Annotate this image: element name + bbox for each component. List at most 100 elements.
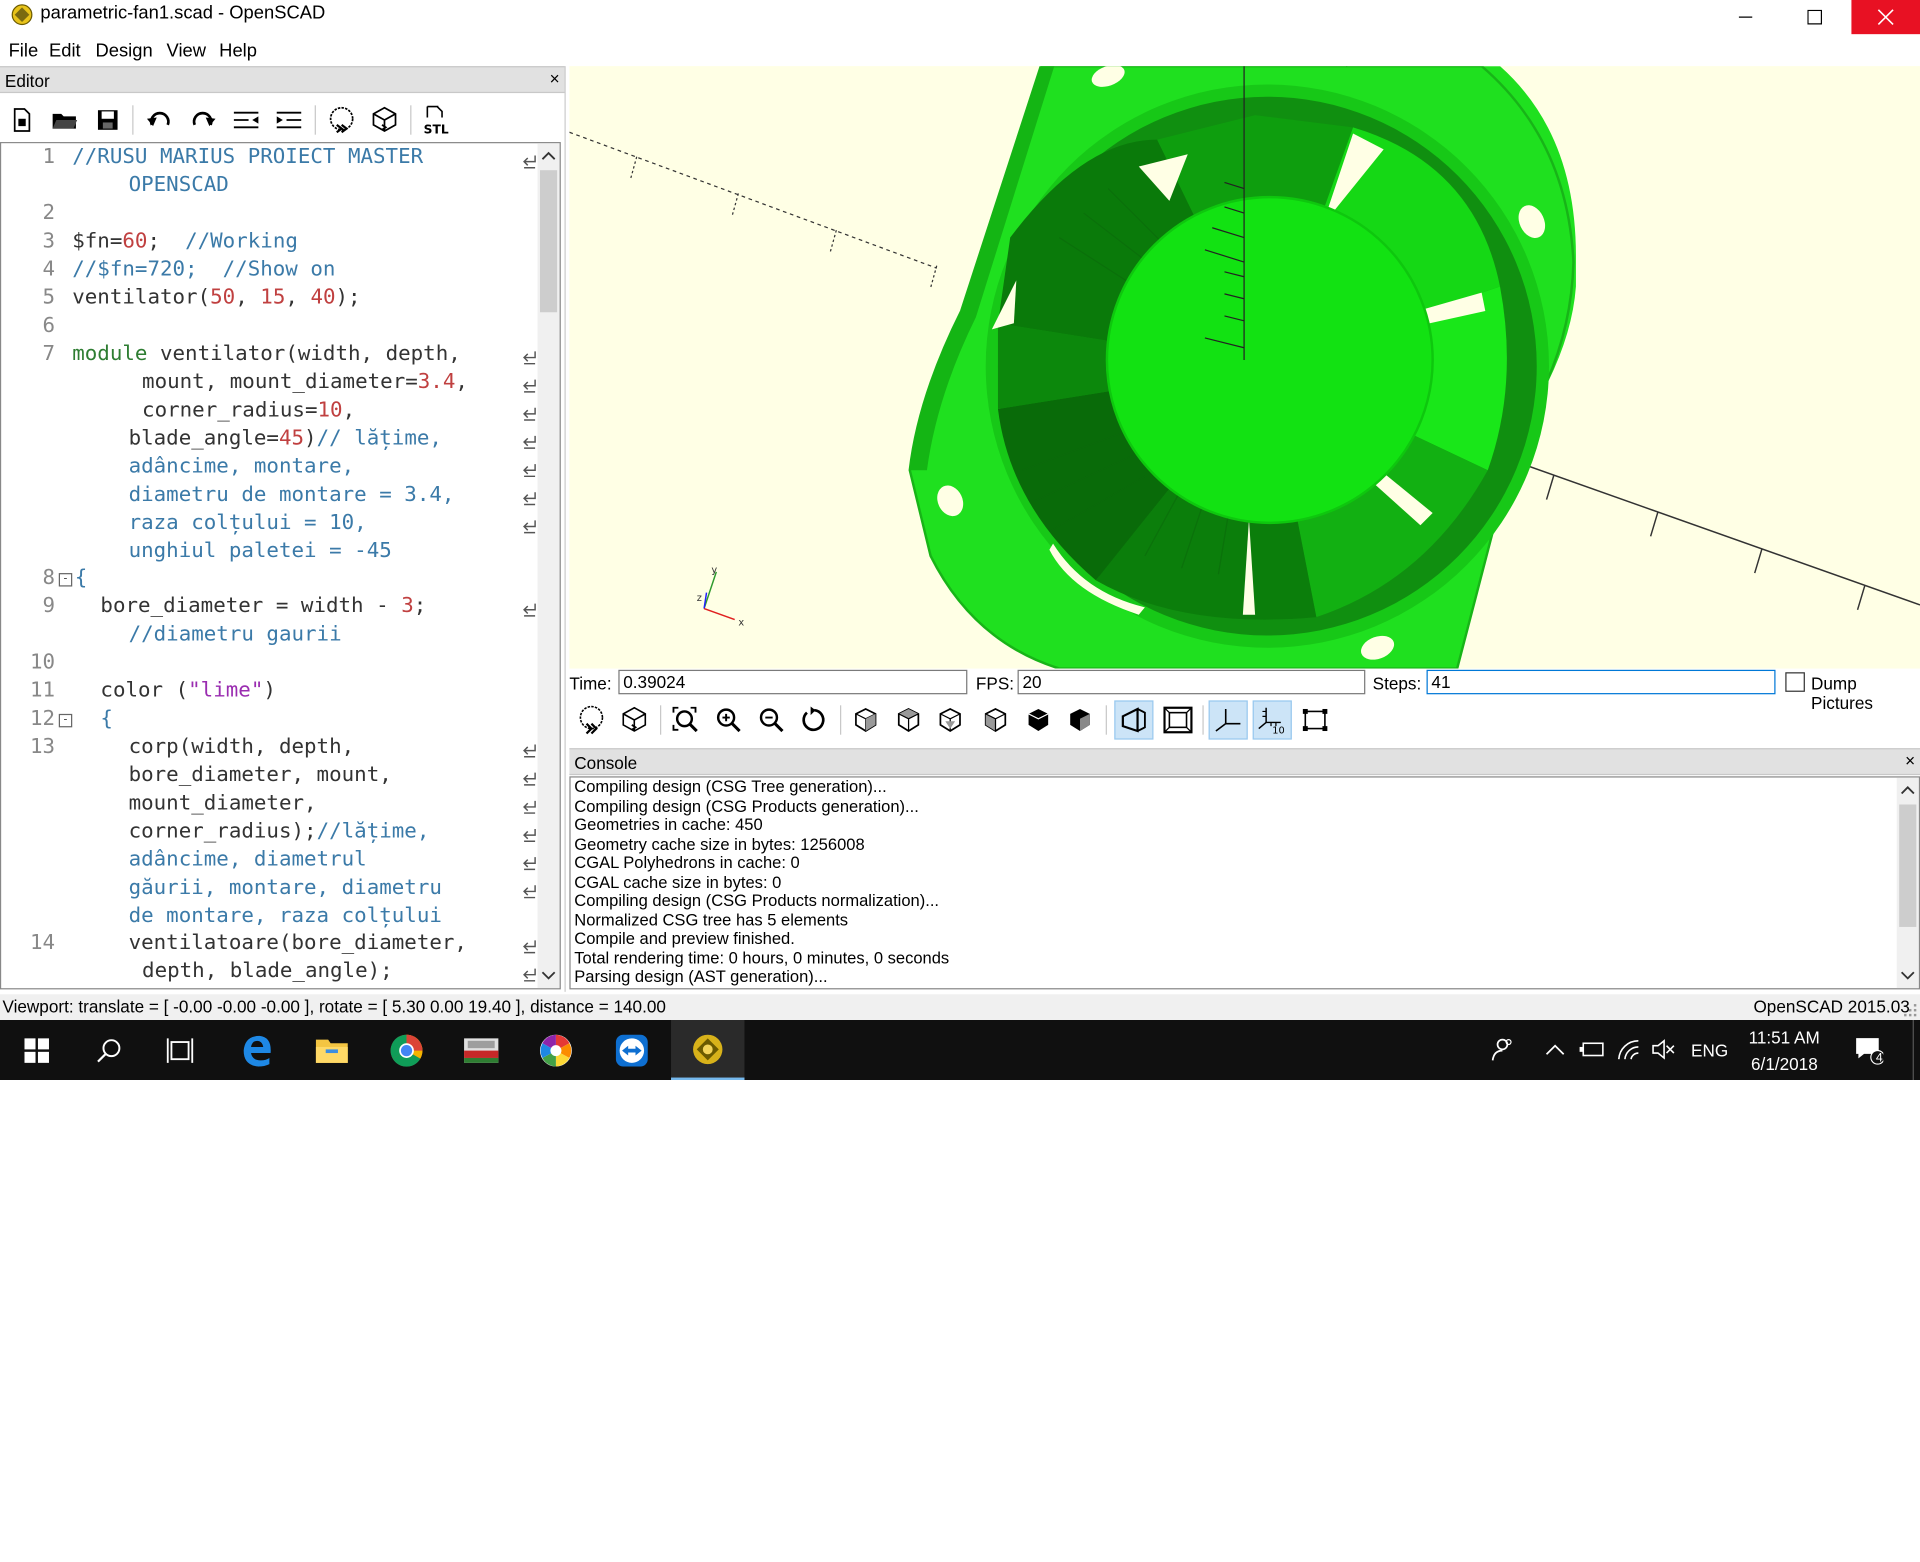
code-line: module ventilator(width, depth,	[72, 341, 461, 367]
code-line: corner_radius=10,	[142, 397, 356, 423]
start-button[interactable]	[0, 1020, 73, 1080]
view-bottom-icon[interactable]	[931, 700, 970, 739]
editor-close-button[interactable]: ×	[550, 69, 560, 89]
editor-scrollbar[interactable]	[537, 143, 560, 989]
steps-input[interactable]: 41	[1426, 669, 1776, 695]
save-file-icon[interactable]	[91, 103, 125, 137]
chrome-app[interactable]	[370, 1020, 443, 1080]
axes-gizmo: y z x	[697, 565, 745, 629]
line-number: 6	[42, 313, 56, 338]
indent-icon[interactable]	[272, 103, 306, 137]
console-line: Compile and preview finished.	[574, 929, 795, 948]
view-left-icon[interactable]	[976, 700, 1015, 739]
perspective-icon[interactable]	[1114, 700, 1154, 740]
view-top-icon[interactable]	[889, 700, 928, 739]
menu-help[interactable]: Help	[219, 40, 257, 61]
battery-icon[interactable]	[1577, 1035, 1606, 1064]
wrap-indicator-icon	[523, 772, 536, 786]
menu-view[interactable]: View	[167, 40, 206, 61]
console-output[interactable]: Compiling design (CSG Tree generation)..…	[569, 776, 1920, 990]
redo-icon[interactable]	[186, 103, 220, 137]
console-line: Geometry cache size in bytes: 1256008	[574, 834, 865, 853]
console-scrollbar[interactable]	[1896, 777, 1919, 989]
close-button[interactable]	[1851, 0, 1920, 35]
show-edges-icon[interactable]	[1296, 700, 1335, 739]
teamviewer-app[interactable]	[595, 1020, 668, 1080]
clock-date[interactable]: 6/1/2018	[1751, 1054, 1818, 1074]
wrap-indicator-icon	[523, 351, 536, 365]
reset-view-icon[interactable]	[795, 700, 834, 739]
menu-file[interactable]: File	[9, 40, 39, 61]
3d-viewport[interactable]: y z x	[569, 66, 1920, 669]
view-right-icon[interactable]	[846, 700, 885, 739]
show-scale-markers-icon[interactable]: 10	[1252, 700, 1292, 740]
export-stl-icon[interactable]: STL	[420, 103, 454, 137]
wrap-indicator-icon	[523, 520, 536, 534]
orthogonal-icon[interactable]	[1158, 700, 1197, 739]
dump-pictures-checkbox[interactable]	[1785, 672, 1805, 692]
zoom-out-icon[interactable]	[752, 700, 791, 739]
console-title-bar: Console ×	[569, 748, 1920, 776]
volume-muted-icon[interactable]	[1648, 1035, 1677, 1064]
show-desktop-button[interactable]	[1912, 1020, 1914, 1080]
console-close-button[interactable]: ×	[1905, 751, 1915, 771]
picasa-app[interactable]	[519, 1020, 592, 1080]
menu-edit[interactable]: Edit	[49, 40, 81, 61]
menu-design[interactable]: Design	[96, 40, 153, 61]
open-file-icon[interactable]	[48, 103, 82, 137]
scroll-up-icon[interactable]	[1900, 784, 1915, 796]
resize-grip-icon[interactable]	[1903, 1003, 1918, 1018]
openscad-logo-icon	[11, 4, 33, 32]
undo-icon[interactable]	[142, 103, 176, 137]
code-line: mount, mount_diameter=3.4,	[142, 369, 468, 395]
view-all-icon[interactable]	[666, 700, 705, 739]
scale-marker-label: 10	[1272, 725, 1284, 734]
unindent-icon[interactable]	[229, 103, 263, 137]
openscad-icon	[693, 1034, 723, 1064]
render-icon[interactable]	[367, 103, 401, 137]
preview-icon[interactable]	[572, 700, 611, 739]
time-input[interactable]: 0.39024	[618, 669, 968, 695]
menu-bar: File Edit Design View Help	[0, 34, 1920, 67]
code-line: {	[74, 565, 88, 591]
minimize-button[interactable]	[1712, 0, 1781, 34]
scroll-up-icon[interactable]	[541, 149, 556, 161]
wrap-indicator-icon	[523, 407, 536, 421]
editor-scrollbar-thumb[interactable]	[540, 170, 558, 313]
line-number: 1	[42, 144, 56, 169]
wifi-icon[interactable]	[1614, 1035, 1643, 1064]
task-view-button[interactable]	[143, 1020, 216, 1080]
new-file-icon[interactable]	[5, 103, 39, 137]
photo-app[interactable]	[444, 1020, 517, 1080]
preview-icon[interactable]	[324, 103, 358, 137]
line-number: 7	[42, 341, 56, 367]
render-icon[interactable]	[615, 700, 654, 739]
people-icon[interactable]	[1487, 1035, 1516, 1064]
file-explorer-app[interactable]	[295, 1020, 368, 1080]
maximize-button[interactable]	[1780, 0, 1849, 34]
fold-marker[interactable]: -	[58, 573, 73, 587]
chevron-up-icon[interactable]	[1540, 1035, 1569, 1064]
console-line: CGAL cache size in bytes: 0	[574, 872, 782, 891]
view-front-icon[interactable]	[1019, 700, 1058, 739]
code-line: ventilator(50, 15, 40);	[72, 285, 361, 310]
wrap-indicator-icon	[523, 379, 536, 393]
code-line: depth, blade_angle);	[142, 958, 393, 984]
zoom-in-icon[interactable]	[709, 700, 748, 739]
fold-marker[interactable]: -	[58, 713, 73, 728]
clock-time[interactable]: 11:51 AM	[1749, 1027, 1820, 1047]
console-scrollbar-thumb[interactable]	[1899, 804, 1917, 927]
openscad-app[interactable]	[671, 1020, 745, 1080]
view-back-icon[interactable]	[1060, 700, 1099, 739]
language-indicator[interactable]: ENG	[1691, 1041, 1728, 1061]
search-button[interactable]	[72, 1020, 145, 1080]
animate-bar: Time: 0.39024 FPS: 20 Steps: 41 Dump Pic…	[569, 669, 1920, 713]
edge-app[interactable]	[220, 1020, 293, 1080]
code-editor[interactable]: 1 2 3 4 5 6 7 8 9 10 11 12 13 14 - - //R…	[0, 142, 561, 990]
show-axes-icon[interactable]	[1208, 700, 1248, 740]
scroll-down-icon[interactable]	[541, 970, 556, 982]
steps-label: Steps:	[1372, 673, 1422, 694]
scroll-down-icon[interactable]	[1900, 970, 1915, 982]
fps-input[interactable]: 20	[1017, 669, 1366, 695]
openscad-window: parametric-fan1.scad - OpenSCAD File Edi…	[0, 0, 1920, 1321]
